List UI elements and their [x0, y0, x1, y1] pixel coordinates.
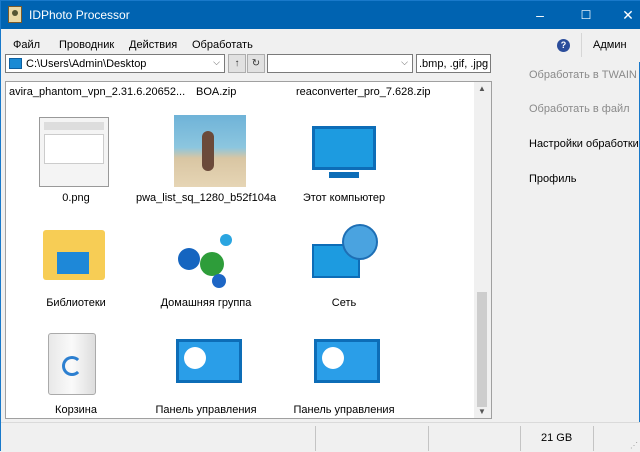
file-label: 0.png — [62, 192, 90, 204]
refresh-button[interactable]: ↻ — [247, 54, 265, 73]
scroll-down-icon[interactable]: ▼ — [478, 407, 486, 416]
menu-divider — [581, 33, 582, 57]
chevron-down-icon: ⌵ — [479, 57, 486, 67]
computer-icon — [312, 126, 376, 170]
file-item[interactable]: BOA.zip — [196, 86, 236, 98]
file-item[interactable]: Сеть — [274, 222, 414, 312]
extension-value: .bmp, .gif, .jpg — [419, 58, 489, 70]
homegroup-icon — [176, 230, 246, 290]
minimize-button[interactable]: – — [517, 1, 563, 29]
process-file-link[interactable]: Обработать в файл — [529, 103, 630, 115]
app-icon — [8, 6, 22, 23]
screenshot-thumbnail — [39, 117, 109, 187]
window-title: IDPhoto Processor — [29, 8, 130, 22]
filter-combo[interactable]: ⌵ — [267, 54, 413, 73]
menu-explorer[interactable]: Проводник — [59, 39, 114, 51]
scrollbar-thumb[interactable] — [477, 292, 487, 407]
chevron-down-icon: ⌵ — [213, 57, 220, 67]
file-item[interactable]: reaconverter_pro_7.628.zip — [296, 86, 431, 98]
file-item[interactable]: Библиотеки — [6, 222, 146, 312]
control-panel-icon — [176, 339, 242, 383]
up-button[interactable]: ↑ — [228, 54, 246, 73]
profile-link[interactable]: Профиль — [529, 173, 577, 185]
file-label: Домашняя группа — [160, 297, 252, 309]
file-label: Библиотеки — [46, 297, 106, 309]
file-item[interactable]: avira_phantom_vpn_2.31.6.20652... — [9, 86, 185, 98]
file-label: Панель управления — [293, 404, 395, 416]
file-label: Панель управления — [155, 404, 257, 416]
file-item[interactable]: 0.png — [6, 112, 146, 207]
file-item[interactable]: Домашняя группа — [136, 222, 276, 312]
file-item[interactable]: pwa_list_sq_1280_b52f104ad417... — [136, 112, 276, 207]
recycle-bin-icon — [48, 333, 96, 395]
resize-grip-icon[interactable]: ⋰ — [630, 441, 638, 450]
file-label: Корзина — [55, 404, 97, 416]
file-list[interactable]: avira_phantom_vpn_2.31.6.20652... BOA.zi… — [5, 81, 492, 419]
help-icon[interactable]: ? — [557, 39, 570, 52]
menu-file[interactable]: Файл — [13, 39, 40, 51]
path-combo[interactable]: C:\Users\Admin\Desktop ⌵ — [5, 54, 225, 73]
control-panel-icon — [314, 339, 380, 383]
photo-thumbnail — [174, 115, 246, 187]
scroll-up-icon[interactable]: ▲ — [478, 84, 486, 93]
extension-combo[interactable]: .bmp, .gif, .jpg ⌵ — [416, 54, 491, 73]
file-label: pwa_list_sq_1280_b52f104ad417... — [136, 192, 276, 204]
maximize-button[interactable]: ☐ — [563, 1, 609, 29]
path-value: C:\Users\Admin\Desktop — [26, 58, 147, 70]
close-button[interactable]: ✕ — [605, 1, 640, 29]
libraries-folder-icon — [43, 230, 105, 280]
user-menu[interactable]: Админ — [593, 39, 627, 51]
desktop-icon — [9, 58, 22, 69]
file-item[interactable]: Корзина — [6, 327, 146, 417]
file-label: Сеть — [331, 297, 357, 309]
title-bar: IDPhoto Processor – ☐ ✕ — [1, 1, 640, 29]
menu-process[interactable]: Обработать — [192, 39, 253, 51]
process-settings-link[interactable]: Настройки обработки — [529, 138, 639, 150]
file-item[interactable]: Панель управления — [136, 327, 276, 417]
vertical-scrollbar[interactable]: ▲ ▼ — [474, 82, 491, 418]
disk-space: 21 GB — [541, 432, 573, 444]
chevron-down-icon: ⌵ — [401, 57, 408, 67]
app-window: IDPhoto Processor – ☐ ✕ Файл Проводник Д… — [0, 0, 640, 452]
process-twain-link[interactable]: Обработать в TWAIN — [529, 69, 637, 81]
file-item[interactable]: Панель управления — [274, 327, 414, 417]
file-label: Этот компьютер — [302, 192, 386, 204]
menu-actions[interactable]: Действия — [129, 39, 177, 51]
status-bar: 21 GB ⋰ — [1, 422, 640, 452]
file-item[interactable]: Этот компьютер — [274, 112, 414, 207]
